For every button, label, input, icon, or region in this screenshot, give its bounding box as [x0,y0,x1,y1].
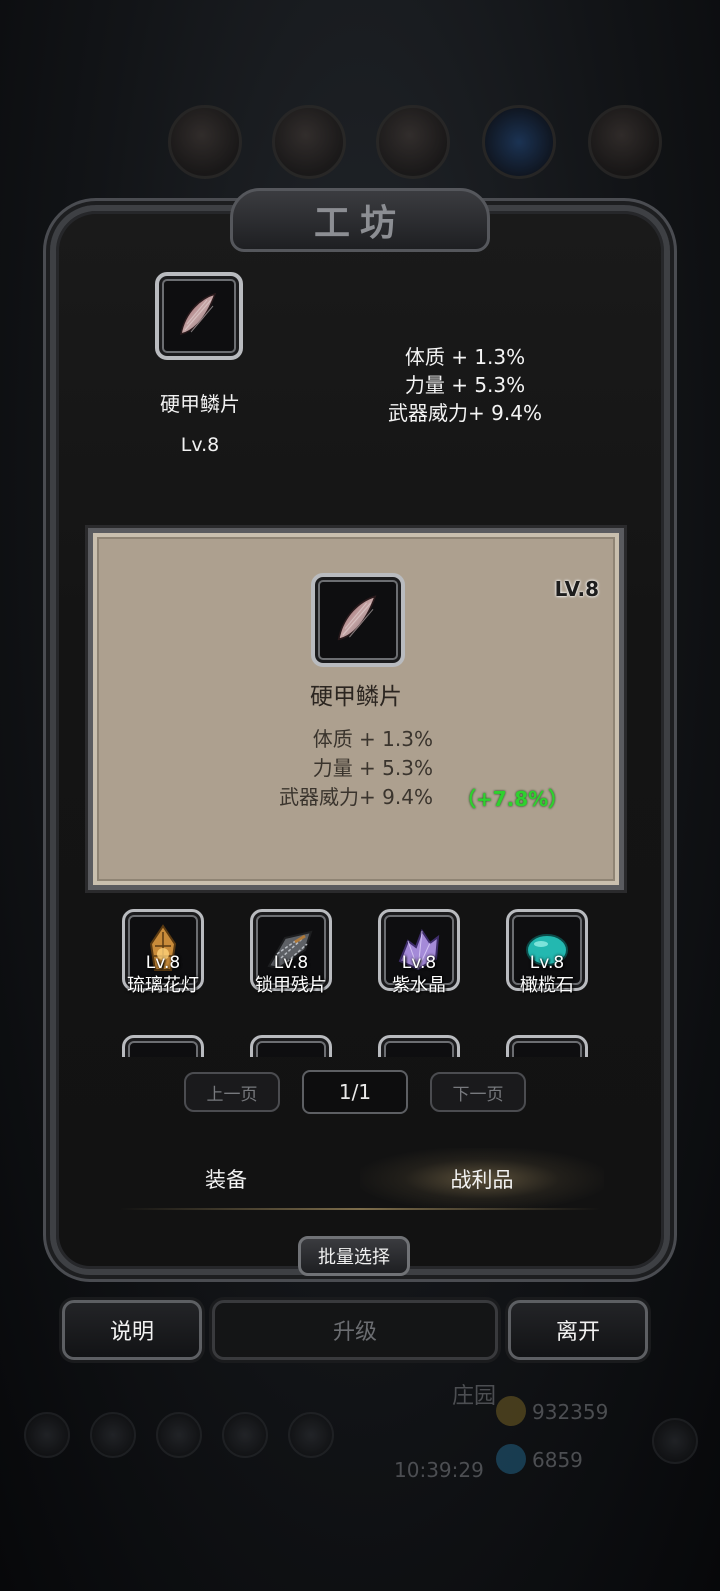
inventory-tabs: 装备 战利品 [110,1148,610,1210]
item-frame [155,272,243,360]
background-orb [376,105,450,179]
scale-icon [180,292,217,335]
detail-level: LV.8 [554,577,599,601]
item-name: 紫水晶 [392,975,446,996]
loot-grid: Lv.8 琉璃花灯 Lv.8 锁甲残片 Lv.8 紫水晶 Lv.8 橄榄石 [100,895,620,1057]
page-indicator: 1/1 [302,1070,408,1114]
stat-line: 体质 + 1.3% [312,727,433,751]
window-title: 工坊 [313,202,406,244]
background-gem-count: 6859 [532,1448,583,1472]
tab-loot[interactable]: 战利品 [360,1148,604,1210]
title-plate: 工坊 [230,188,490,252]
item-name: 橄榄石 [520,975,574,996]
grid-item-empty[interactable] [378,1035,460,1057]
background-orb [222,1412,268,1458]
upgrade-button[interactable]: 升级 [212,1300,498,1360]
grid-item-empty[interactable] [506,1035,588,1057]
gold-coin-icon [496,1396,526,1426]
background-label: 庄园 [452,1384,497,1409]
detail-item-slot [311,573,405,667]
stat-line: 力量 + 5.3% [404,373,526,397]
grid-item[interactable]: Lv.8 琉璃花灯 [122,909,204,996]
item-level: Lv.8 [401,953,437,973]
item-level: Lv.8 [529,953,565,973]
selected-item-name: 硬甲鳞片 [160,392,240,416]
item-detail-card: LV.8 硬甲鳞片 体质 + 1.3% 力量 + 5.3% 武器威力+ 9.4%… [88,528,624,890]
tab-equipment[interactable]: 装备 [130,1148,322,1210]
background-orb [652,1418,698,1464]
grid-item[interactable]: Lv.8 紫水晶 [378,909,460,996]
item-frame [122,1035,204,1057]
help-button[interactable]: 说明 [62,1300,202,1360]
tabs-divider [120,1208,600,1210]
background-gold-count: 932359 [532,1400,609,1424]
item-frame [378,1035,460,1057]
gem-icon [496,1444,526,1474]
batch-select-button[interactable]: 批量选择 [298,1236,410,1276]
background-top-bar [0,105,720,185]
grid-item-empty[interactable] [250,1035,332,1057]
background-orb [272,105,346,179]
item-frame [506,1035,588,1057]
background-orb [482,105,556,179]
background-orb [24,1412,70,1458]
selected-item-slot[interactable] [155,272,243,360]
next-page-button[interactable]: 下一页 [430,1072,526,1112]
item-name: 琉璃花灯 [127,975,199,996]
upgrade-bonus: （+7.8%） [456,787,569,811]
item-level: Lv.8 [273,953,309,973]
grid-item[interactable]: Lv.8 橄榄石 [506,909,588,996]
grid-item-empty[interactable] [122,1035,204,1057]
background-orb [90,1412,136,1458]
background-orb [156,1412,202,1458]
stat-line: 体质 + 1.3% [404,345,526,369]
stat-line: 力量 + 5.3% [312,756,433,780]
background-orb [288,1412,334,1458]
detail-item-name: 硬甲鳞片 [310,684,402,710]
item-level: Lv.8 [145,953,181,973]
item-name: 锁甲残片 [255,975,327,996]
selected-item-level: Lv.8 [180,434,220,456]
background-bottom-bar: 庄园 932359 6859 10:39:29 [0,1384,720,1520]
background-orb [588,105,662,179]
background-orb [168,105,242,179]
stat-line: 武器威力+ 9.4% [388,401,542,425]
grid-item[interactable]: Lv.8 锁甲残片 [250,909,332,996]
background-clock: 10:39:29 [394,1458,484,1482]
item-frame [311,573,405,667]
leave-button[interactable]: 离开 [508,1300,648,1360]
selected-item-stats: 体质 + 1.3% 力量 + 5.3% 武器威力+ 9.4% [370,343,560,427]
item-frame [250,1035,332,1057]
scale-icon [337,595,377,641]
prev-page-button[interactable]: 上一页 [184,1072,280,1112]
stat-line: 武器威力+ 9.4% [279,785,433,809]
